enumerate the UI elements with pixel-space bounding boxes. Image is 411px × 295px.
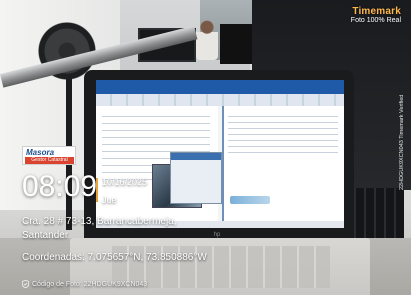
brand-subtitle: Gestor Catastral xyxy=(25,157,74,164)
photo-stage: hp Timemark Foto 100% Real 22HDGUK9XCN04… xyxy=(0,0,411,295)
screen-ribbon xyxy=(96,80,344,94)
background-monitor-right xyxy=(220,24,252,64)
screen-logo xyxy=(230,196,270,204)
verified-vertical-tag: 22HDGUK9XCN043 Timemark Verified xyxy=(399,94,405,190)
timemark-title: Timemark xyxy=(352,6,401,17)
background-person xyxy=(196,20,218,60)
brand-name: Masora xyxy=(26,148,55,157)
address-line-1: Cra. 28 # 73-13, Barrancabermeja, xyxy=(22,216,177,227)
timemark-tagline: Foto 100% Real xyxy=(350,17,401,24)
stamp-weekday: Jue xyxy=(102,195,117,205)
shield-check-icon xyxy=(21,279,30,289)
laptop-screen xyxy=(96,80,344,228)
stamp-time: 08:09 xyxy=(22,170,98,203)
screen-text-lines-right xyxy=(228,116,338,156)
photo-code: Código de Foto: 22HDGUK9XCN043 xyxy=(21,279,148,289)
masora-logo: Masora Gestor Catastral xyxy=(22,146,76,165)
screen-toolbar xyxy=(96,94,344,106)
screen-popup-window xyxy=(170,152,222,204)
time-divider xyxy=(96,178,98,202)
address-line-2: Santander xyxy=(22,230,69,241)
timemark-badge: Timemark Foto 100% Real xyxy=(351,6,401,24)
coordinates: Coordenadas: 7.075657°N, 73.850886°W xyxy=(22,252,207,263)
photo-code-text: Código de Foto: 22HDGUK9XCN043 xyxy=(32,280,148,288)
stamp-date: 10/16/2025 xyxy=(102,177,148,187)
